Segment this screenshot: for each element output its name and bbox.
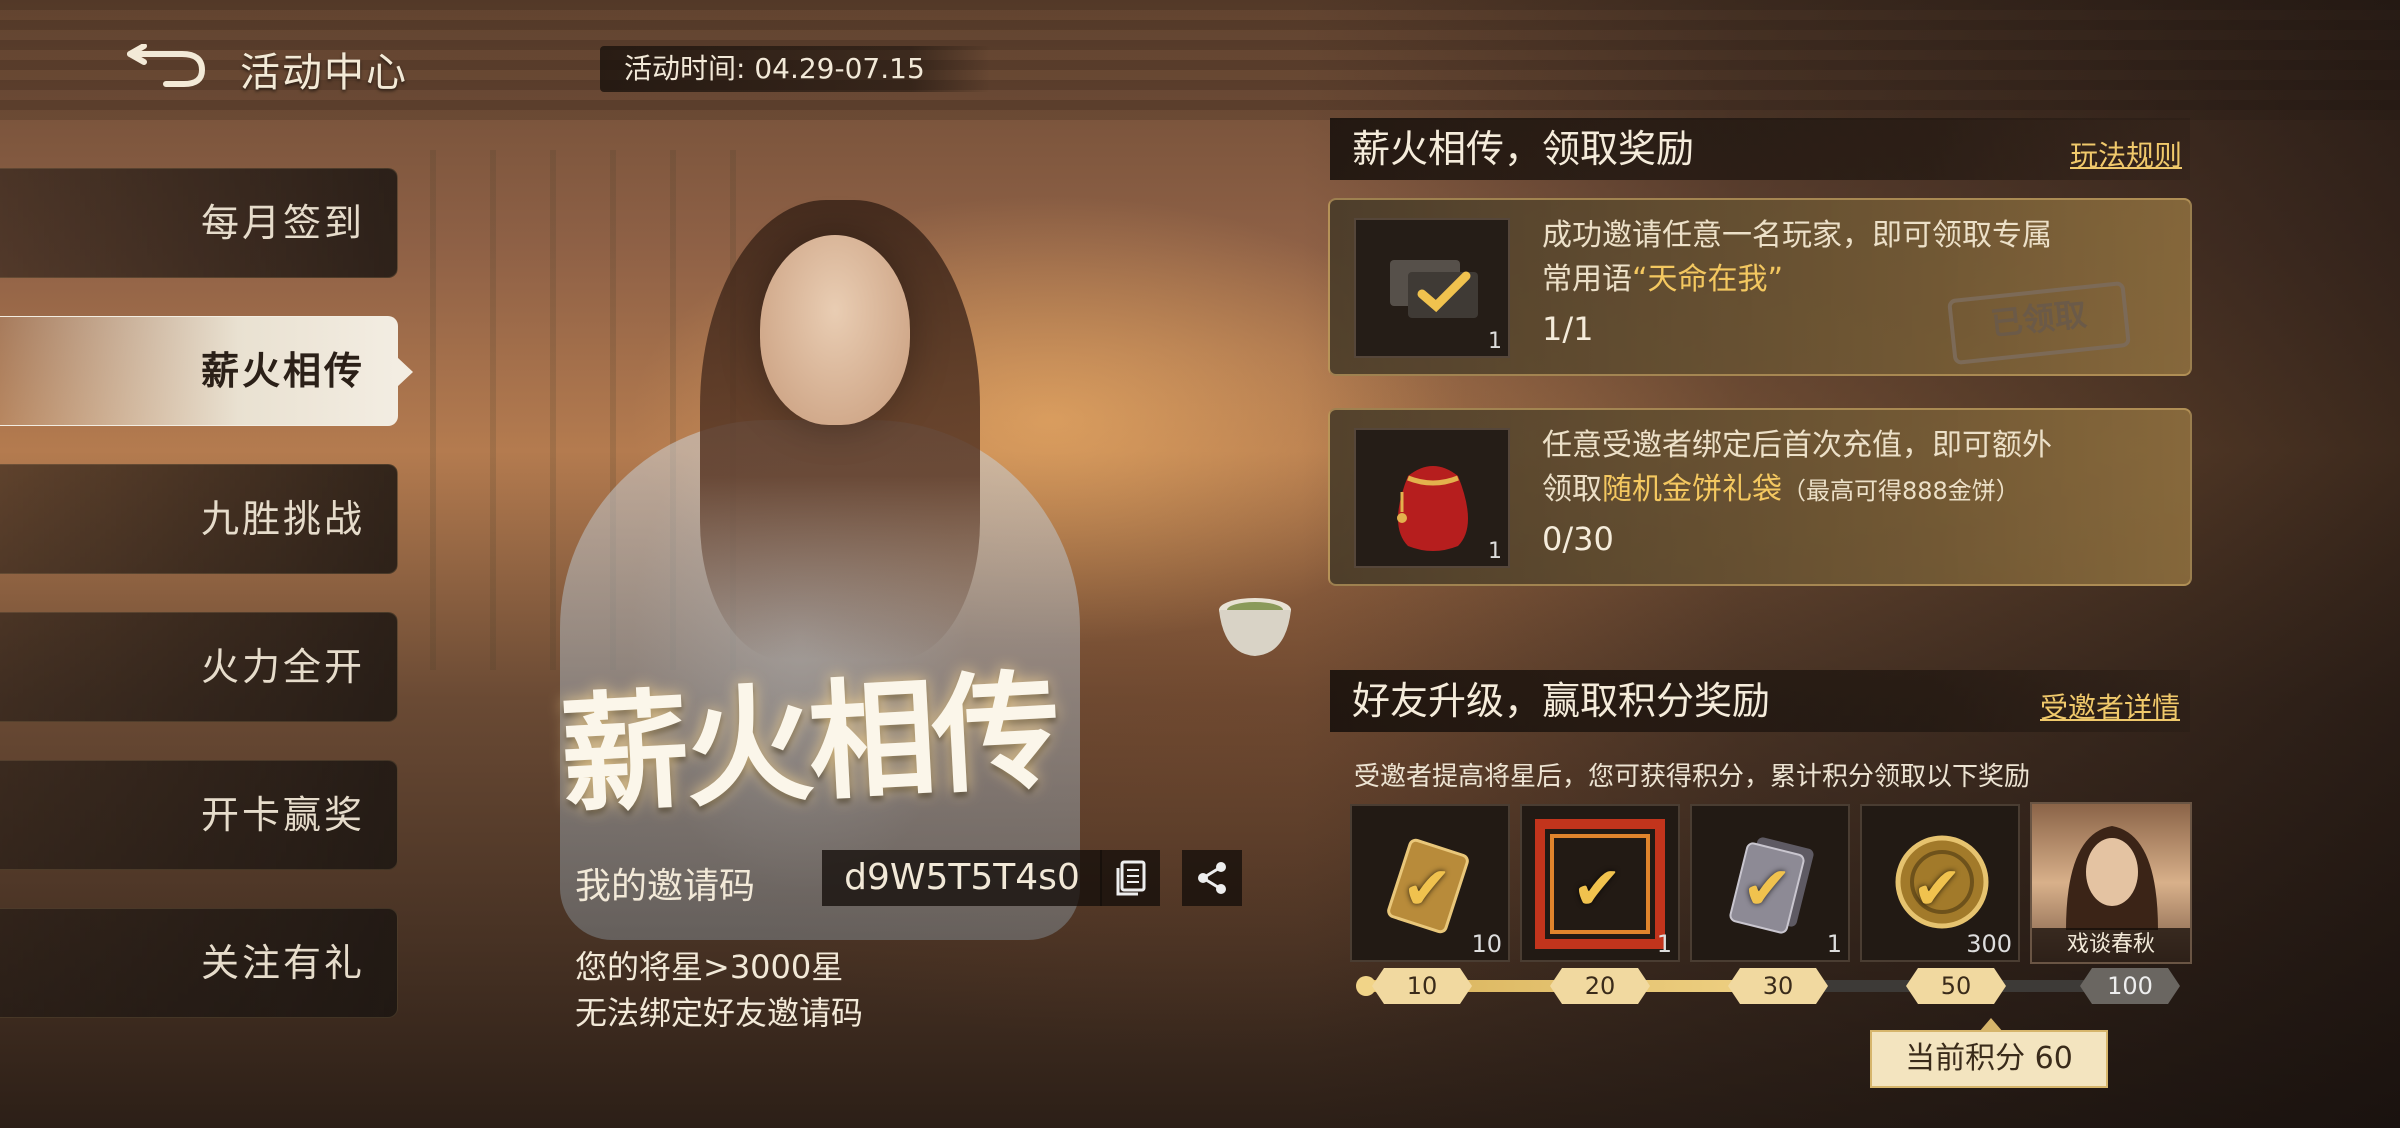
section-invite-rewards-header: 薪火相传，领取奖励 <box>1330 118 2190 180</box>
back-button[interactable] <box>126 43 208 88</box>
tab-label: 每月签到 <box>200 201 365 245</box>
tab-torch-pass[interactable]: 薪火相传 <box>0 316 413 426</box>
milestone-30: 30 <box>1728 968 1828 1004</box>
task-note: （最高可得888金饼） <box>1782 477 2020 505</box>
tab-label: 九胜挑战 <box>200 497 365 541</box>
task-desc-text: 常用语 <box>1542 262 1632 297</box>
reward-slot-card-stack[interactable]: ✔ 1 <box>1690 804 1850 962</box>
share-button[interactable] <box>1182 850 1242 906</box>
points-description: 受邀者提高将星后，您可获得积分，累计积分领取以下奖励 <box>1354 762 2031 792</box>
task-card-invite: 1 成功邀请任意一名玩家，即可领取专属 常用语“天命在我” 1/1 已领取 <box>1328 198 2192 376</box>
tab-open-card[interactable]: 开卡赢奖 <box>0 760 398 870</box>
milestone-20: 20 <box>1550 968 1650 1004</box>
tab-follow-gift[interactable]: 关注有礼 <box>0 908 398 1018</box>
red-lucky-bag-icon <box>1397 466 1468 551</box>
bind-restriction-note: 无法绑定好友邀请码 <box>575 994 864 1032</box>
tab-full-firepower[interactable]: 火力全开 <box>0 612 398 722</box>
tab-label: 关注有礼 <box>200 941 365 985</box>
reward-slot-hero-portrait[interactable]: 戏谈春秋 <box>2030 802 2192 964</box>
back-arrow-icon <box>127 43 206 87</box>
reward-count: 10 <box>1471 930 1502 958</box>
tab-label: 火力全开 <box>200 645 365 689</box>
task-card-recharge: 1 任意受邀者绑定后首次充值，即可额外 领取随机金饼礼袋（最高可得888金饼） … <box>1328 408 2192 586</box>
hero-portrait-icon <box>2066 826 2158 930</box>
share-icon <box>1198 862 1226 894</box>
task-desc-line: 成功邀请任意一名玩家，即可领取专属 <box>1542 218 2052 253</box>
claimed-check-icon: ✔ <box>1402 854 1453 924</box>
claimed-check-icon: ✔ <box>1912 854 1963 924</box>
task-desc-line: 任意受邀者绑定后首次充值，即可额外 <box>1542 428 2052 463</box>
claimed-check-icon: ✔ <box>1572 854 1623 924</box>
task-reward-slot[interactable]: 1 <box>1354 218 1510 358</box>
rules-link[interactable]: 玩法规则 <box>2070 134 2182 174</box>
task-progress: 1/1 <box>1542 310 1594 348</box>
reward-count: 1 <box>1826 930 1842 958</box>
task-highlight: 随机金饼礼袋 <box>1602 472 1782 507</box>
task-desc-line: 领取随机金饼礼袋（最高可得888金饼） <box>1542 468 2052 513</box>
portrait-caption: 戏谈春秋 <box>2032 928 2190 962</box>
section-title: 薪火相传，领取奖励 <box>1352 127 1695 171</box>
copy-button[interactable] <box>1100 850 1160 906</box>
task-desc-text: 领取 <box>1542 472 1602 507</box>
task-highlight: “天命在我” <box>1632 262 1784 297</box>
copy-icon <box>1116 860 1146 896</box>
task-description: 成功邀请任意一名玩家，即可领取专属 常用语“天命在我” <box>1542 214 2052 302</box>
invite-code-label: 我的邀请码 <box>575 866 756 907</box>
tab-label: 薪火相传 <box>200 349 365 393</box>
current-score-tooltip: 当前积分 60 <box>1870 1018 2108 1088</box>
reward-count: 300 <box>1966 930 2012 958</box>
activity-time: 活动时间: 04.29-07.15 <box>600 46 990 92</box>
reward-slot-gold-coin[interactable]: ✔ 300 <box>1860 804 2020 962</box>
milestone-100: 100 <box>2080 968 2180 1004</box>
tab-monthly-checkin[interactable]: 每月签到 <box>0 168 398 278</box>
claimed-check-icon: ✔ <box>1742 854 1793 924</box>
reward-count: 1 <box>1488 539 1502 564</box>
milestone-50: 50 <box>1906 968 2006 1004</box>
section-title: 好友升级，赢取积分奖励 <box>1352 679 1771 723</box>
tab-label: 开卡赢奖 <box>200 793 365 837</box>
page-title: 活动中心 <box>240 50 408 96</box>
reward-count: 1 <box>1656 930 1672 958</box>
chat-check-icon <box>1390 260 1478 318</box>
reward-slot-gold-card[interactable]: ✔ 10 <box>1350 804 1510 962</box>
hero-title: 薪火相传 <box>557 656 1061 832</box>
teacup-icon <box>1219 598 1291 656</box>
active-tab-arrow-icon <box>397 357 413 387</box>
invite-code-value: d9W5T5T4s0 <box>822 850 1102 906</box>
task-progress: 0/30 <box>1542 520 1614 558</box>
task-description: 任意受邀者绑定后首次充值，即可额外 领取随机金饼礼袋（最高可得888金饼） <box>1542 424 2052 513</box>
task-reward-slot[interactable]: 1 <box>1354 428 1510 568</box>
reward-count: 1 <box>1488 329 1502 354</box>
tab-nine-wins[interactable]: 九胜挑战 <box>0 464 398 574</box>
invitee-details-link[interactable]: 受邀者详情 <box>2040 686 2180 726</box>
hero-face <box>760 235 910 425</box>
milestone-10: 10 <box>1372 968 1472 1004</box>
reward-slot-flame-frame[interactable]: ✔ 1 <box>1520 804 1680 962</box>
star-requirement-note: 您的将星>3000星 <box>575 948 844 986</box>
